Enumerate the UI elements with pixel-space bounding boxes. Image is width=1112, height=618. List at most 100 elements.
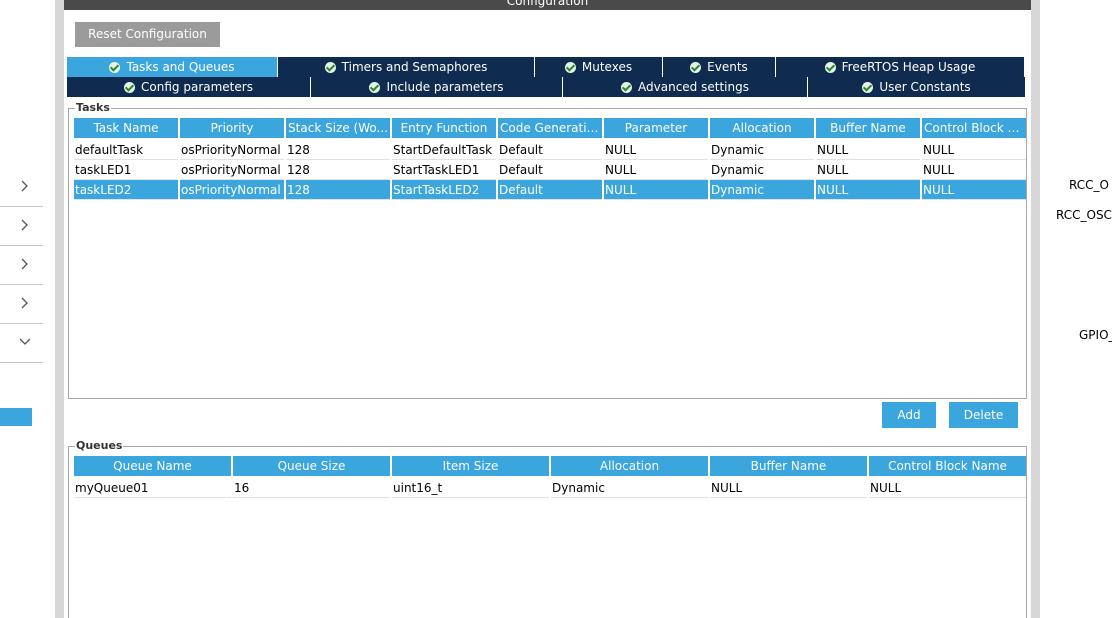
table-cell[interactable]: NULL [922,140,1026,160]
collapsed-category-row[interactable] [0,207,43,246]
selected-item-highlight[interactable] [0,408,32,426]
chevron-down-icon [19,338,31,345]
gpio-signal-label: GPIO_ [1079,328,1112,342]
table-cell[interactable]: NULL [816,180,920,200]
table-cell[interactable]: StartDefaultTask [392,140,496,160]
table-cell[interactable]: NULL [922,180,1026,200]
column-header[interactable]: Entry Function [392,118,496,140]
tab-label: FreeRTOS Heap Usage [841,60,976,74]
tasks-group-title: Tasks [75,101,111,114]
column-header[interactable]: Queue Name [74,456,231,478]
column-header[interactable]: Buffer Name [710,456,867,478]
tab-mutexes[interactable]: Mutexes [535,57,663,77]
tab-timers-and-semaphores[interactable]: Timers and Semaphores [278,57,535,77]
table-cell[interactable]: NULL [816,160,920,180]
column-header[interactable]: Parameter [604,118,708,140]
table-cell[interactable]: Default [498,180,602,200]
table-cell[interactable]: NULL [604,160,708,180]
column-header[interactable]: Code Generatio... [498,118,602,140]
expanded-category-row[interactable] [0,324,43,363]
chevron-right-icon [21,219,28,231]
table-cell[interactable]: 16 [233,478,390,498]
splitter-left[interactable] [55,0,64,618]
table-cell[interactable]: 128 [286,160,390,180]
reset-configuration-button[interactable]: Reset Configuration [75,22,220,47]
tab-events[interactable]: Events [663,57,776,77]
table-cell[interactable]: taskLED2 [74,180,178,200]
table-cell[interactable]: StartTaskLED2 [392,180,496,200]
table-cell[interactable]: 128 [286,180,390,200]
table-row[interactable]: taskLED2 osPriorityNormal 128 StartTaskLED2… [74,180,1026,200]
table-cell[interactable]: osPriorityNormal [180,140,284,160]
table-cell[interactable]: 128 [286,140,390,160]
tasks-group: Tasks Task Name Priority Stack Size (Wo...… [68,101,1028,399]
column-header[interactable]: Allocation [710,118,814,140]
column-header[interactable]: Priority [180,118,284,140]
check-circle-icon [324,61,336,73]
configuration-panel: Configuration Reset Configuration Tasks … [64,0,1031,618]
chevron-right-icon [21,180,28,192]
table-cell[interactable]: NULL [869,478,1026,498]
table-cell[interactable]: NULL [710,478,867,498]
column-header[interactable]: Task Name [74,118,178,140]
tab-label: Include parameters [386,80,504,94]
check-circle-icon [109,61,121,73]
chevron-right-icon [21,258,28,270]
table-cell[interactable]: taskLED1 [74,160,178,180]
table-cell[interactable]: NULL [604,140,708,160]
collapsed-category-row[interactable] [0,285,43,324]
tab-freertos-heap-usage[interactable]: FreeRTOS Heap Usage [776,57,1025,77]
chevron-right-icon [21,297,28,309]
queues-group: Queues Queue Name Queue Size Item Size Allo… [68,439,1028,618]
tab-user-constants[interactable]: User Constants [808,77,1026,97]
check-circle-icon [621,81,633,93]
tab-label: Mutexes [581,60,633,74]
table-cell[interactable]: myQueue01 [74,478,231,498]
queues-table: Queue Name Queue Size Item Size Allocation B… [72,456,1028,498]
table-cell[interactable]: Default [498,140,602,160]
delete-task-button[interactable]: Delete [949,402,1018,428]
table-cell[interactable]: StartTaskLED1 [392,160,496,180]
splitter-right[interactable] [1031,0,1040,618]
tab-advanced-settings[interactable]: Advanced settings [563,77,808,97]
table-cell[interactable]: uint16_t [392,478,549,498]
table-cell[interactable]: Default [498,160,602,180]
table-cell[interactable]: Dynamic [710,180,814,200]
column-header[interactable]: Buffer Name [816,118,920,140]
table-cell[interactable]: osPriorityNormal [180,180,284,200]
table-cell[interactable]: Dynamic [710,140,814,160]
tab-label: User Constants [879,80,971,94]
column-header[interactable]: Item Size [392,456,549,478]
table-cell[interactable]: Dynamic [710,160,814,180]
check-circle-icon [690,61,702,73]
tab-label: Events [707,60,748,74]
tasks-table: Task Name Priority Stack Size (Wo... Entry … [72,118,1028,200]
table-cell[interactable]: NULL [816,140,920,160]
check-circle-icon [369,81,381,93]
table-row[interactable]: taskLED1 osPriorityNormal 128 StartTaskLED1… [74,160,1026,180]
tab-include-parameters[interactable]: Include parameters [311,77,563,97]
column-header[interactable]: Stack Size (Wo... [286,118,390,140]
tab-tasks-and-queues[interactable]: Tasks and Queues [67,57,278,77]
table-cell[interactable]: NULL [604,180,708,200]
collapsed-category-row[interactable] [0,168,43,207]
left-side-panel [0,0,43,618]
column-header[interactable]: Queue Size [233,456,390,478]
column-header[interactable]: Control Block Name [869,456,1026,478]
add-task-button[interactable]: Add [882,402,936,428]
tab-row-1: Tasks and Queues Timers and Semaphores Mut… [67,57,1025,77]
panel-header: Configuration [64,0,1031,10]
column-header[interactable]: Control Block N... [922,118,1026,140]
table-row[interactable]: defaultTask osPriorityNormal 128 StartDefau… [74,140,1026,160]
column-header[interactable]: Allocation [551,456,708,478]
panel-title: Configuration [506,0,589,8]
tab-config-parameters[interactable]: Config parameters [67,77,311,97]
table-cell[interactable]: NULL [922,160,1026,180]
table-row[interactable]: myQueue01 16 uint16_t Dynamic NULL NULL [74,478,1026,498]
collapsed-category-row[interactable] [0,246,43,285]
left-gap [43,0,55,618]
table-cell[interactable]: defaultTask [74,140,178,160]
tab-label: Tasks and Queues [126,60,235,74]
table-cell[interactable]: osPriorityNormal [180,160,284,180]
table-cell[interactable]: Dynamic [551,478,708,498]
